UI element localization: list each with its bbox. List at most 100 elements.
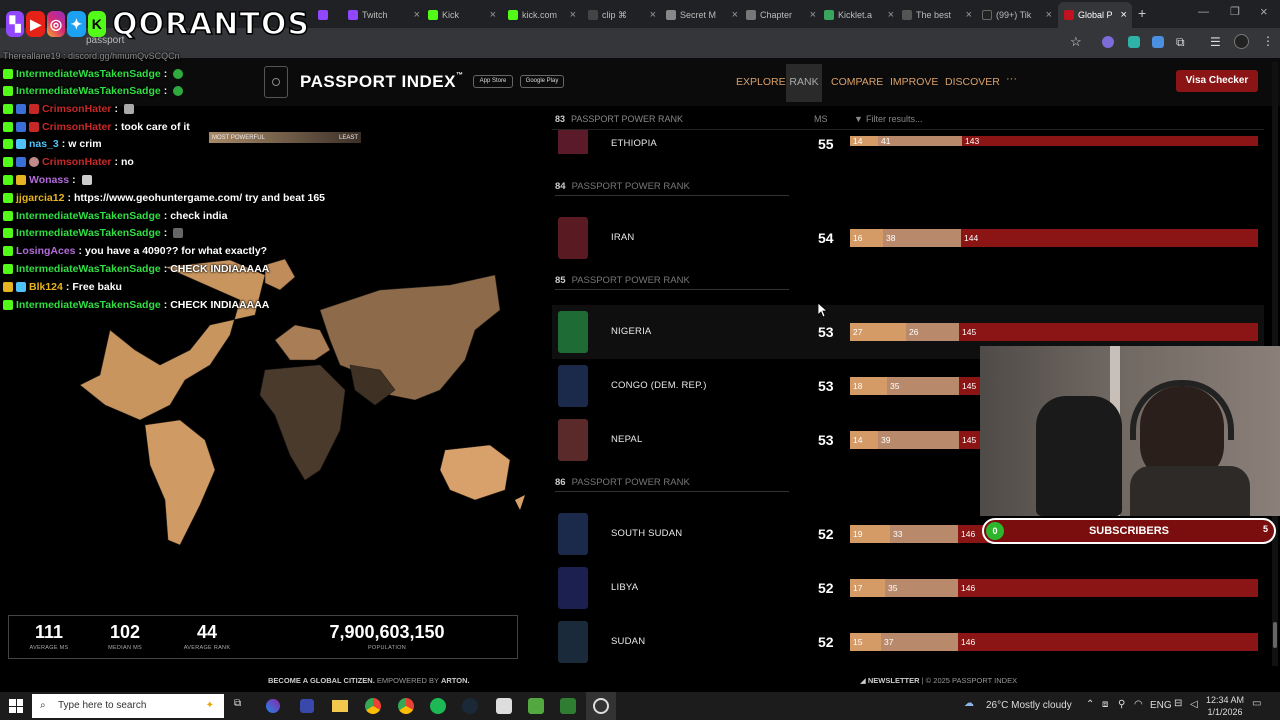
tab-kicklet[interactable]: Kicklet.a × bbox=[824, 4, 894, 26]
kick-badge-icon bbox=[3, 157, 13, 167]
tab-clip[interactable]: clip ⌘ × bbox=[588, 4, 656, 26]
table-row[interactable]: ETHIOPIA 55 14 41 143 bbox=[552, 130, 1264, 154]
nav-explore[interactable]: EXPLORE bbox=[736, 76, 786, 88]
tab-the-best[interactable]: The best × bbox=[902, 4, 972, 26]
visa-free-bar: 19 bbox=[850, 525, 890, 543]
extension-icon[interactable] bbox=[1128, 36, 1140, 48]
profile-avatar[interactable] bbox=[1234, 34, 1249, 49]
emote-icon bbox=[173, 228, 184, 238]
taskbar-clock[interactable]: 12:34 AM 1/1/2026 bbox=[1206, 694, 1244, 718]
close-tab-icon[interactable]: × bbox=[1117, 9, 1127, 21]
app-icon[interactable] bbox=[528, 698, 544, 714]
minimize-icon[interactable]: — bbox=[1198, 6, 1209, 18]
maximize-icon[interactable]: ❐ bbox=[1230, 5, 1240, 18]
newsletter-link[interactable]: NEWSLETTER bbox=[868, 676, 920, 685]
rank-label: PASSPORT POWER RANK bbox=[571, 275, 690, 286]
nav-compare[interactable]: COMPARE bbox=[831, 76, 883, 88]
nav-discover[interactable]: DISCOVER bbox=[945, 76, 1000, 88]
file-explorer-icon[interactable] bbox=[332, 700, 348, 712]
extension-icon[interactable] bbox=[1152, 36, 1164, 48]
close-tab-icon[interactable]: × bbox=[646, 9, 656, 21]
chat-separator: : bbox=[114, 103, 118, 115]
tab-label: Kick bbox=[442, 10, 460, 20]
task-view-icon[interactable]: ⧉ bbox=[234, 698, 241, 709]
close-tab-icon[interactable]: × bbox=[806, 9, 816, 21]
chat-message: Free baku bbox=[72, 281, 122, 293]
close-tab-icon[interactable]: × bbox=[566, 9, 576, 21]
new-tab-icon[interactable]: + bbox=[1138, 5, 1146, 21]
close-tab-icon[interactable]: × bbox=[1042, 9, 1052, 21]
chat-message: took care of it bbox=[120, 121, 190, 133]
tab-0[interactable] bbox=[318, 4, 338, 26]
more-menu-icon[interactable]: ··· bbox=[1006, 73, 1017, 85]
tab-label: Global P bbox=[1078, 10, 1113, 20]
bookmark-star-icon[interactable]: ☆ bbox=[1070, 34, 1082, 50]
youtube-icon: ▶ bbox=[26, 11, 45, 37]
microphone-icon[interactable]: ⚲ bbox=[1118, 699, 1125, 710]
chrome-icon[interactable] bbox=[365, 698, 381, 714]
tab-twitch[interactable]: Twitch × bbox=[348, 4, 420, 26]
ms-column-header[interactable]: MS bbox=[814, 114, 828, 124]
table-row[interactable]: LIBYA 52 17 35 146 bbox=[552, 561, 1264, 615]
language-indicator[interactable]: ENG bbox=[1150, 700, 1172, 711]
close-window-icon[interactable]: × bbox=[1260, 4, 1268, 19]
weather-text[interactable]: 26°C Mostly cloudy bbox=[986, 700, 1072, 711]
menu-kebab-icon[interactable]: ⋮ bbox=[1262, 34, 1274, 48]
nav-improve[interactable]: IMPROVE bbox=[890, 76, 938, 88]
tray-icon[interactable]: ⊟ bbox=[1174, 698, 1182, 709]
close-tab-icon[interactable]: × bbox=[728, 9, 738, 21]
chat-username: IntermediateWasTakenSadge bbox=[16, 227, 161, 239]
chat-line-partial: Thereallane19 : discord.gg/hmumQvSCQCn bbox=[3, 51, 180, 61]
extension-icon[interactable] bbox=[1102, 36, 1114, 48]
speaker-icon[interactable]: ◁ bbox=[1190, 699, 1198, 710]
scrollbar-thumb[interactable] bbox=[1273, 622, 1277, 648]
table-row[interactable]: IRAN 54 16 38 144 bbox=[552, 211, 1264, 265]
chat-line: Blk124: Free baku bbox=[3, 279, 122, 295]
close-tab-icon[interactable]: × bbox=[410, 9, 420, 21]
close-tab-icon[interactable]: × bbox=[962, 9, 972, 21]
footer-arton-link[interactable]: ARTON. bbox=[441, 676, 470, 685]
rank-label: PASSPORT POWER RANK bbox=[571, 477, 690, 488]
table-row[interactable]: SUDAN 52 15 37 146 bbox=[552, 615, 1264, 669]
app-icon[interactable] bbox=[496, 698, 512, 714]
reading-list-icon[interactable]: ☰ bbox=[1210, 35, 1221, 49]
active-app-icon[interactable] bbox=[586, 692, 616, 720]
notification-icon[interactable]: ▭ bbox=[1252, 698, 1261, 709]
tab-tiktok[interactable]: (99+) Tik × bbox=[982, 4, 1052, 26]
extensions-puzzle-icon[interactable]: ⧉ bbox=[1176, 35, 1185, 50]
visa-on-arrival-bar: 35 bbox=[885, 579, 958, 597]
close-tab-icon[interactable]: × bbox=[486, 9, 496, 21]
taskbar-search-box[interactable]: ⌕ Type here to search ✦ bbox=[32, 694, 224, 718]
chat-line: LosingAces: you have a 4090?? for what ex… bbox=[3, 243, 267, 259]
visa-free-bar: 27 bbox=[850, 323, 906, 341]
twitter-icon: ✦ bbox=[67, 11, 86, 37]
app-icon[interactable] bbox=[560, 698, 576, 714]
tab-secret[interactable]: Secret M × bbox=[666, 4, 738, 26]
tray-chevron-icon[interactable]: ⌃ bbox=[1086, 699, 1094, 710]
kick-badge-icon bbox=[3, 193, 13, 203]
tab-label: clip ⌘ bbox=[602, 9, 628, 20]
subscriber-current-count: 0 bbox=[986, 522, 1004, 540]
wifi-icon[interactable]: ◠ bbox=[1134, 699, 1143, 710]
chat-line: IntermediateWasTakenSadge: bbox=[3, 83, 184, 99]
tab-global-passport[interactable]: Global P × bbox=[1058, 2, 1132, 28]
close-tab-icon[interactable]: × bbox=[884, 9, 894, 21]
tray-app-icon[interactable]: ⧈ bbox=[1102, 699, 1108, 710]
steam-icon[interactable] bbox=[462, 698, 478, 714]
tab-kick[interactable]: Kick × bbox=[428, 4, 496, 26]
chat-separator: : bbox=[163, 263, 168, 275]
country-name: SOUTH SUDAN bbox=[611, 528, 683, 539]
windows-start-icon[interactable] bbox=[9, 699, 23, 713]
google-play-button[interactable]: Google Play bbox=[520, 75, 564, 88]
visa-checker-button[interactable]: Visa Checker bbox=[1176, 70, 1258, 92]
copilot-icon[interactable] bbox=[266, 699, 280, 713]
chrome-icon[interactable] bbox=[398, 698, 414, 714]
tab-chapter[interactable]: Chapter × bbox=[746, 4, 816, 26]
nav-rank[interactable]: RANK bbox=[786, 64, 822, 102]
footer-right: ◢ NEWSLETTER | © 2025 PASSPORT INDEX bbox=[860, 676, 1017, 685]
spotify-icon[interactable] bbox=[430, 698, 446, 714]
tab-kick-com[interactable]: kick.com × bbox=[508, 4, 576, 26]
visa-free-bar: 14 bbox=[850, 136, 878, 146]
filter-results-input[interactable]: Filter results... bbox=[866, 114, 923, 124]
app-icon[interactable] bbox=[300, 699, 314, 713]
